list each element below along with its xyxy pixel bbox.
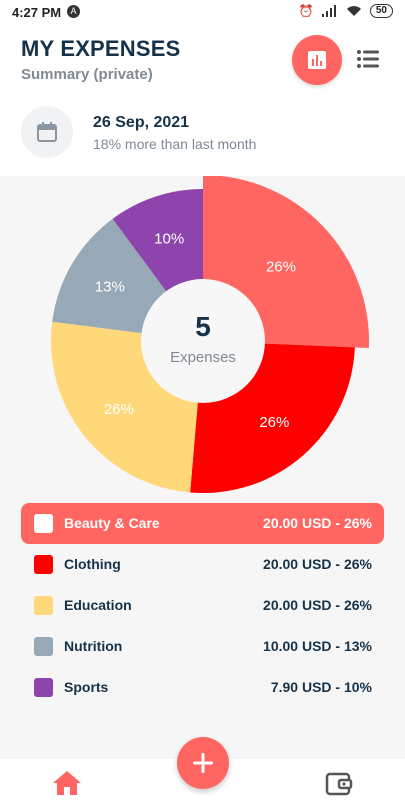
page-title: MY EXPENSES <box>21 36 181 61</box>
pie-slice-label: 26% <box>259 414 289 431</box>
wallet-tab[interactable] <box>325 770 353 801</box>
legend-color-swatch <box>34 637 53 656</box>
pie-slice-label: 26% <box>266 258 296 275</box>
legend-value: 20.00 USD - 26% <box>263 556 372 572</box>
calendar-icon <box>37 122 57 142</box>
legend-color-swatch <box>34 514 53 533</box>
expense-count-label: Expenses <box>170 349 236 366</box>
home-icon <box>53 771 81 795</box>
wallet-icon <box>325 772 353 796</box>
pie-slice-label: 26% <box>104 401 134 418</box>
comparison-text: 18% more than last month <box>93 136 257 152</box>
date-summary: 26 Sep, 2021 18% more than last month <box>0 102 405 176</box>
calendar-button[interactable] <box>21 106 73 158</box>
bar-chart-icon <box>308 51 326 69</box>
legend-item[interactable]: Education 20.00 USD - 26% <box>21 585 384 626</box>
legend-value: 7.90 USD - 10% <box>270 679 372 695</box>
legend-color-swatch <box>34 555 53 574</box>
legend-item[interactable]: Nutrition 10.00 USD - 13% <box>21 626 384 667</box>
summary-date: 26 Sep, 2021 <box>93 114 190 131</box>
pie-slice-label: 10% <box>154 230 184 247</box>
expense-count: 5 <box>195 311 211 342</box>
page-subtitle: Summary (private) <box>21 66 153 83</box>
legend-label: Clothing <box>64 556 121 572</box>
home-tab[interactable] <box>52 770 82 801</box>
legend-value: 20.00 USD - 26% <box>263 515 372 531</box>
status-icons: ⏰ 50 <box>299 4 393 18</box>
pie-chart-svg: 26% 26% 26% 13% 10% 5 Expenses <box>50 175 369 493</box>
legend-label: Education <box>64 597 132 613</box>
list-menu-button[interactable] <box>355 47 383 71</box>
chart-view-button[interactable] <box>292 35 342 85</box>
expenses-pie-chart: 26% 26% 26% 13% 10% 5 Expenses <box>0 175 405 498</box>
legend-label: Sports <box>64 679 109 695</box>
wifi-icon <box>346 6 361 16</box>
plus-icon <box>193 753 213 773</box>
add-expense-button[interactable] <box>177 737 229 789</box>
legend-value: 20.00 USD - 26% <box>263 597 372 613</box>
app-notification-icon: A <box>67 5 80 18</box>
legend-value: 10.00 USD - 13% <box>263 638 372 654</box>
alarm-icon: ⏰ <box>298 4 314 18</box>
header: MY EXPENSES Summary (private) <box>0 24 405 102</box>
status-time: 4:27 PM <box>12 5 62 20</box>
legend-item[interactable]: Clothing 20.00 USD - 26% <box>21 544 384 585</box>
legend-label: Nutrition <box>64 638 123 654</box>
legend-item[interactable]: Sports 7.90 USD - 10% <box>21 667 384 708</box>
legend-color-swatch <box>34 596 53 615</box>
battery-indicator: 50 <box>369 4 393 18</box>
legend-color-swatch <box>34 678 53 697</box>
legend-label: Beauty & Care <box>64 515 160 531</box>
pie-slice-label: 13% <box>95 278 125 295</box>
status-bar: 4:27 PM A ⏰ 50 <box>0 0 405 24</box>
list-menu-icon <box>357 50 379 68</box>
legend-item[interactable]: Beauty & Care 20.00 USD - 26% <box>21 503 384 544</box>
signal-icon <box>321 5 336 17</box>
